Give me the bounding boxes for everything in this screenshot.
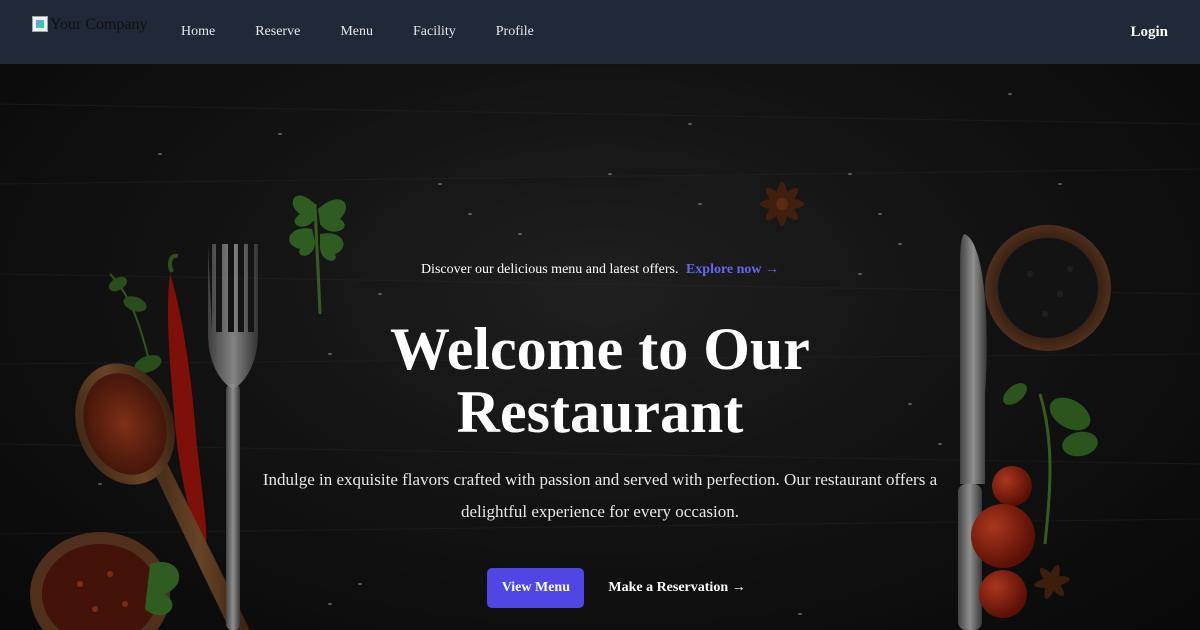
broken-image-icon (32, 16, 48, 32)
company-logo[interactable]: Your Company (32, 16, 148, 48)
navbar: Your Company Home Reserve Menu Facility … (0, 0, 1200, 64)
hero-section: Discover our delicious menu and latest o… (0, 64, 1200, 630)
nav-link-reserve[interactable]: Reserve (255, 24, 300, 40)
cta-group: View Menu Make a Reservation → (0, 568, 1200, 608)
explore-now-link[interactable]: Explore now → (686, 262, 779, 277)
hero-title: Welcome to Our Restaurant (390, 316, 810, 445)
logo-alt-text: Your Company (50, 16, 148, 33)
login-link[interactable]: Login (1130, 0, 1168, 64)
announcement-banner: Discover our delicious menu and latest o… (0, 262, 1200, 278)
nav-link-profile[interactable]: Profile (496, 24, 534, 40)
nav-link-menu[interactable]: Menu (340, 24, 373, 40)
hero-content: Discover our delicious menu and latest o… (0, 64, 1200, 630)
announcement-text: Discover our delicious menu and latest o… (420, 262, 679, 277)
nav-link-facility[interactable]: Facility (413, 24, 456, 40)
view-menu-button[interactable]: View Menu (487, 568, 585, 608)
hero-description: Indulge in exquisite flavors crafted wit… (262, 470, 938, 521)
nav-link-home[interactable]: Home (181, 24, 215, 40)
nav-links: Home Reserve Menu Facility Profile (181, 0, 574, 64)
make-reservation-link[interactable]: Make a Reservation → (608, 580, 745, 596)
